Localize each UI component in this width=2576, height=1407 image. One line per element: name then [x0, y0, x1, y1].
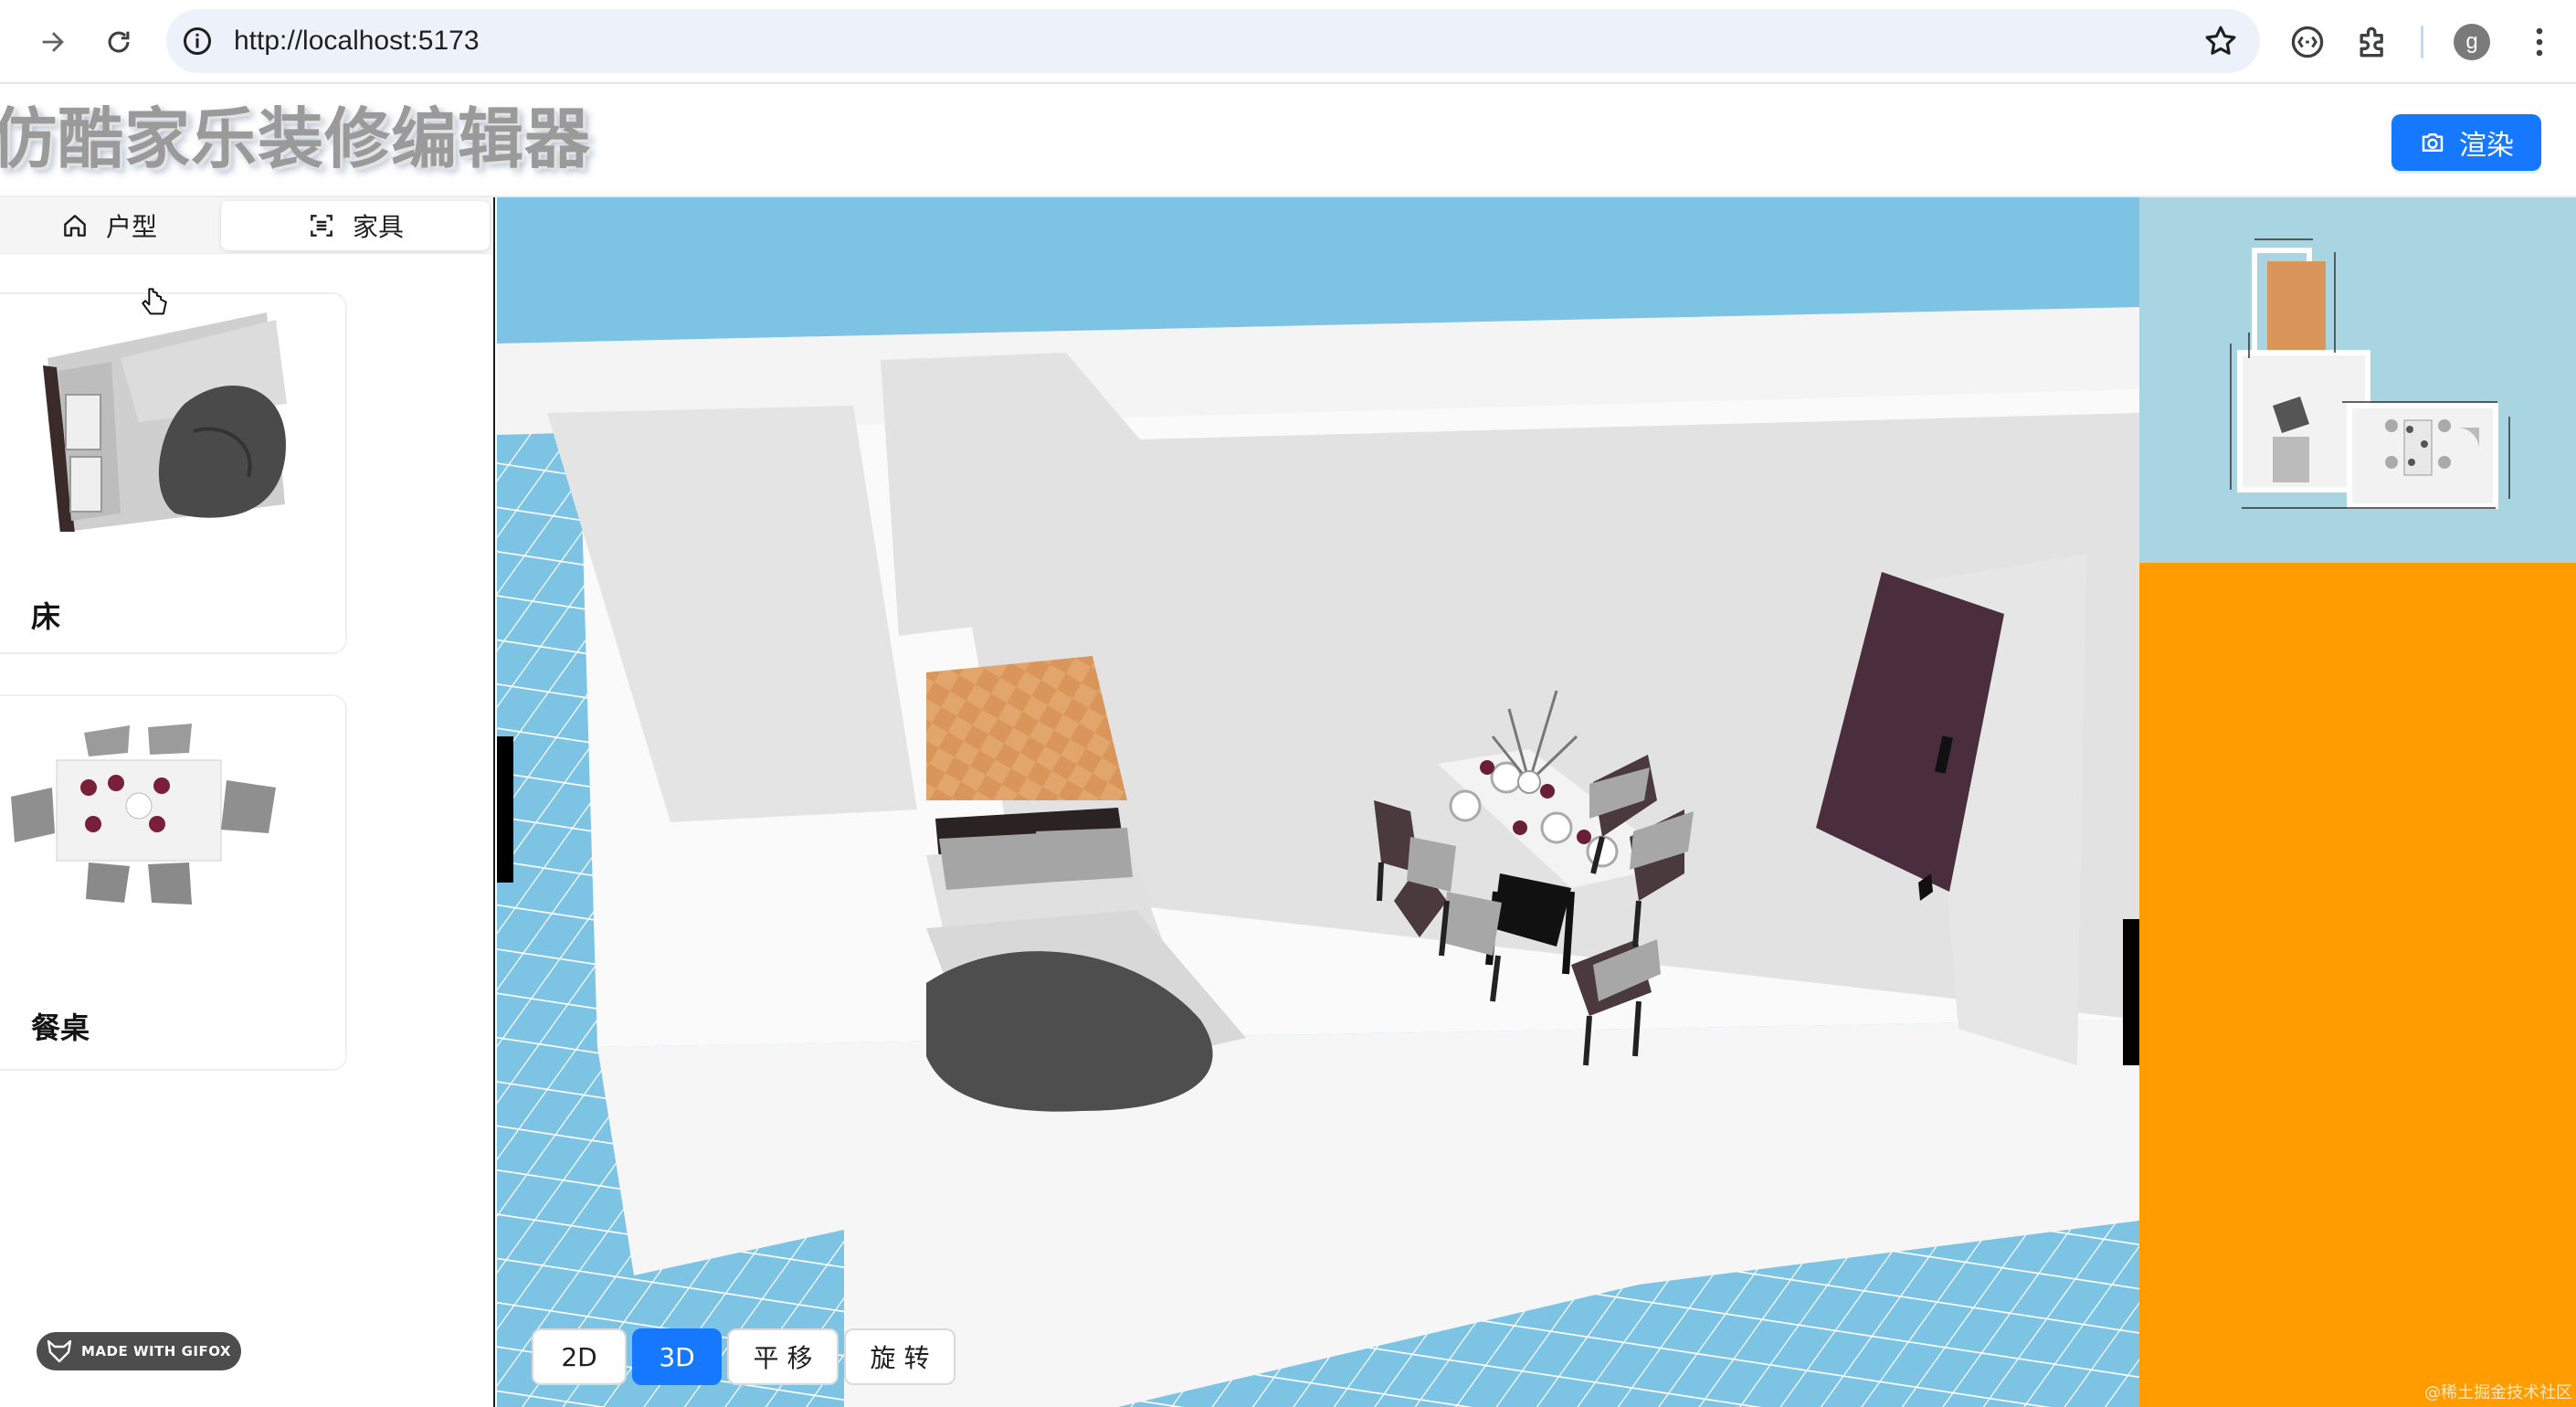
watermark-text: @稀土掘金技术社区	[2424, 1383, 2572, 1402]
sidebar-tabs: 户型 家具	[0, 197, 493, 254]
bed-thumbnail	[43, 312, 287, 532]
site-info-icon[interactable]	[181, 25, 214, 58]
forward-icon[interactable]	[31, 20, 75, 64]
media-icon[interactable]	[2287, 22, 2328, 62]
left-sidebar: 户型 家具 床 餐桌 MADE WITH GIFOX	[0, 197, 495, 1407]
dining-table-thumbnail	[11, 724, 276, 904]
3d-scene-canvas[interactable]	[497, 197, 2139, 1407]
furniture-label-bed: 床	[31, 599, 61, 634]
tab-floorplan[interactable]: 户型	[0, 201, 217, 250]
render-button-label: 渲染	[2459, 130, 2514, 162]
furniture-label-dining-table: 餐桌	[31, 1010, 90, 1045]
rotate-button[interactable]: 旋 转	[844, 1328, 955, 1385]
bookmark-star-icon[interactable]	[2201, 22, 2240, 60]
floorplan-minimap-drawing	[2230, 238, 2510, 509]
tab-furniture[interactable]: 家具	[221, 201, 490, 250]
floorplan-minimap[interactable]	[2139, 197, 2576, 563]
browser-toolbar: http://localhost:5173 g	[0, 0, 2576, 84]
viewport-edge-marker-left	[497, 736, 513, 883]
toolbar-divider	[2421, 26, 2423, 58]
reload-icon[interactable]	[97, 20, 141, 64]
right-panel: @稀土掘金技术社区	[2139, 197, 2576, 1407]
tab-floorplan-label: 户型	[105, 212, 157, 242]
home-icon	[64, 215, 86, 237]
mode-2d-button[interactable]: 2D	[532, 1328, 627, 1385]
render-button[interactable]: 渲染	[2391, 114, 2541, 171]
hand-cursor-icon	[142, 288, 167, 315]
url-text[interactable]: http://localhost:5173	[234, 26, 480, 57]
tab-furniture-label: 家具	[352, 212, 404, 242]
address-bar[interactable]: http://localhost:5173	[166, 9, 2260, 73]
viewport-edge-marker-right	[2123, 919, 2139, 1065]
page-title: 仿酷家乐装修编辑器	[0, 100, 592, 177]
fox-logo-icon	[47, 1339, 72, 1363]
extensions-puzzle-icon[interactable]	[2353, 22, 2393, 62]
app-header: 仿酷家乐装修编辑器 渲染	[0, 84, 2576, 197]
view-mode-toolbar: 2D 3D 平 移 旋 转	[532, 1328, 955, 1385]
camera-icon	[2422, 133, 2444, 152]
furniture-card-bed[interactable]: 床	[0, 292, 347, 654]
pan-button[interactable]: 平 移	[727, 1328, 839, 1385]
gifox-badge-label: MADE WITH GIFOX	[80, 1343, 231, 1359]
browser-menu-icon[interactable]	[2519, 22, 2560, 62]
scan-icon	[311, 215, 333, 237]
mode-3d-button[interactable]: 3D	[632, 1328, 722, 1385]
gifox-badge: MADE WITH GIFOX	[37, 1332, 241, 1370]
profile-avatar[interactable]: g	[2454, 24, 2490, 60]
3d-viewport[interactable]	[497, 197, 2139, 1407]
furniture-card-dining-table[interactable]: 餐桌	[0, 694, 347, 1071]
